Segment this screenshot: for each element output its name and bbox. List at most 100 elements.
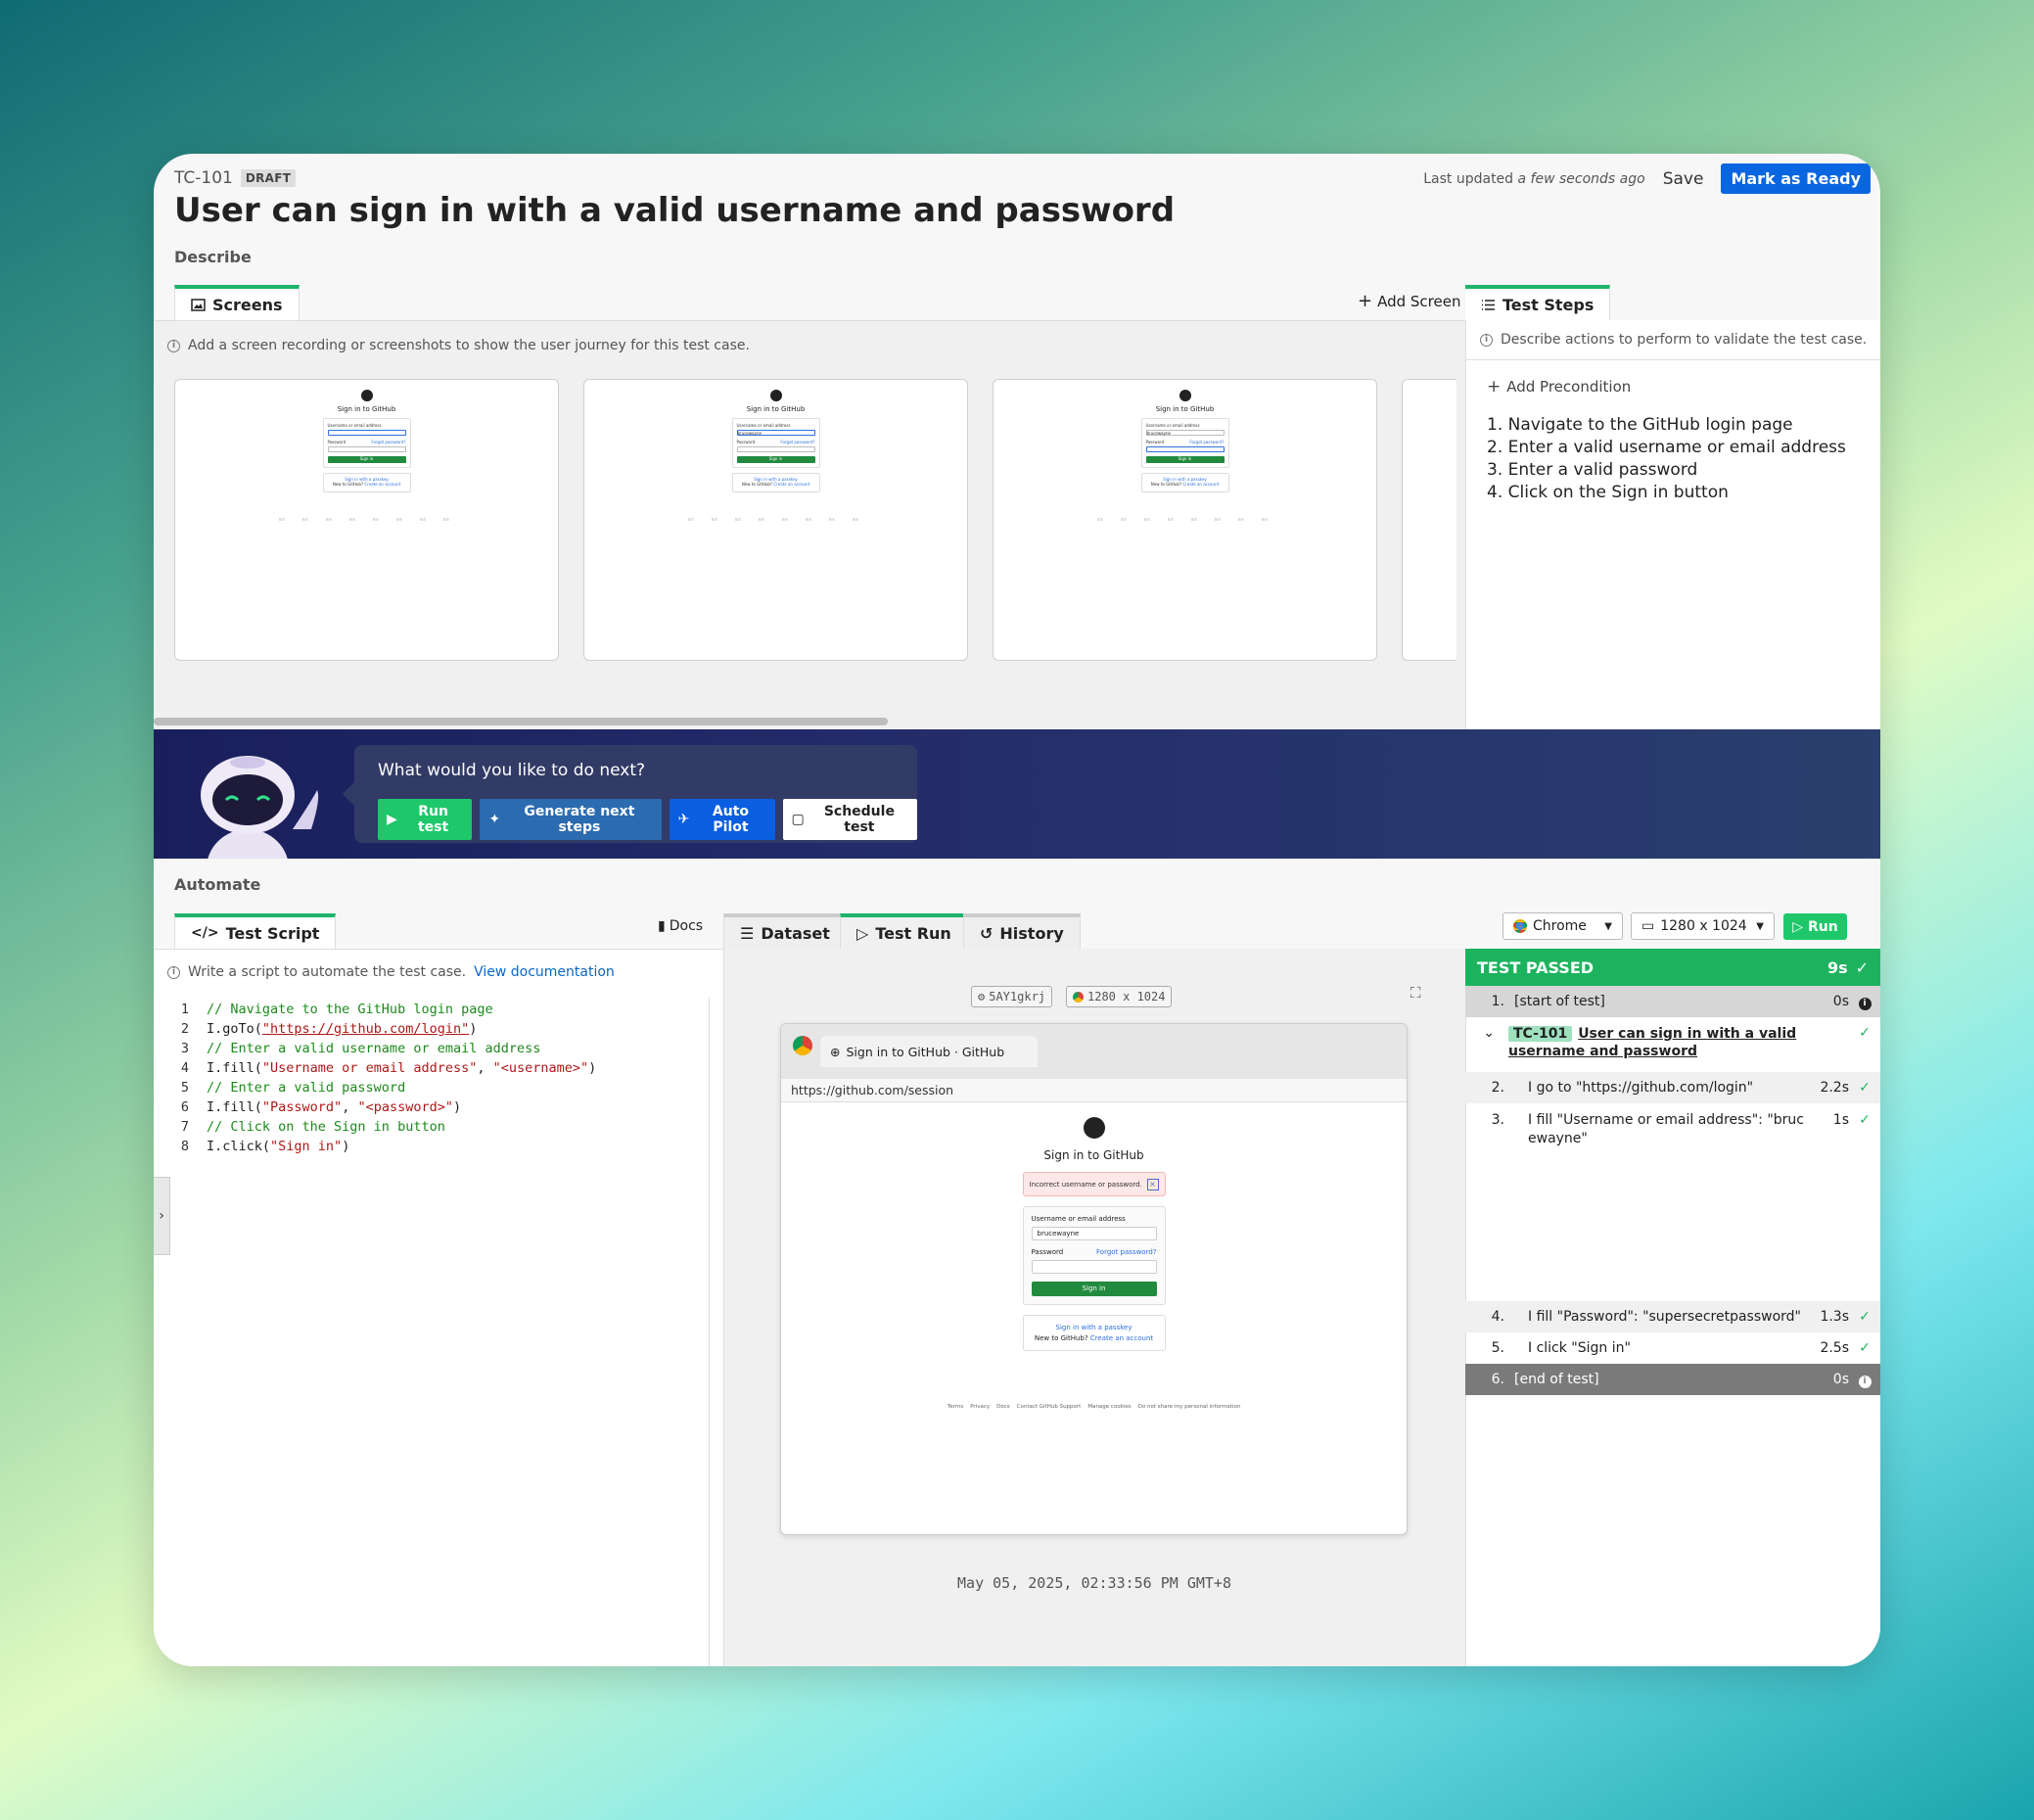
result-row-end[interactable]: 6. [end of test] 0s i xyxy=(1465,1364,1880,1395)
schedule-test-button[interactable]: ▢ Schedule test xyxy=(782,799,917,840)
gh-footer-link: Terms xyxy=(948,1404,964,1410)
docs-link[interactable]: ▮ Docs xyxy=(658,918,703,934)
result-row-start[interactable]: 1. [start of test] 0s i xyxy=(1465,986,1880,1017)
github-logo-icon xyxy=(360,390,373,401)
view-documentation-link[interactable]: View documentation xyxy=(474,964,615,980)
thumb-btn-label: Sign in xyxy=(1178,456,1192,461)
generate-next-steps-button[interactable]: ✦ Generate next steps xyxy=(480,799,662,840)
tab-screens[interactable]: Screens xyxy=(174,285,300,320)
horizontal-scrollbar[interactable] xyxy=(154,718,888,725)
code-token: I.fill( xyxy=(207,1060,262,1076)
browser-select[interactable]: Chrome ▼ xyxy=(1502,912,1623,940)
result-row[interactable]: 5. I click "Sign in" 2.5s ✓ xyxy=(1465,1332,1880,1364)
add-screen-button[interactable]: + Add Screen xyxy=(1358,291,1460,311)
sidebar-toggle-chevron-right-icon[interactable]: › xyxy=(154,1177,170,1255)
code-line[interactable]: 2 I.goTo("https://github.com/login") xyxy=(154,1019,723,1039)
code-line[interactable]: 5 // Enter a valid password xyxy=(154,1078,723,1097)
line-number: 1 xyxy=(180,1002,189,1017)
code-token: , xyxy=(477,1060,493,1076)
gh-new-text: New to GitHub? xyxy=(1034,1334,1088,1342)
code-line[interactable]: 6 I.fill("Password", "<password>") xyxy=(154,1097,723,1117)
thumb-forgot-link: Forgot password? xyxy=(780,440,815,444)
run-id-text: 5AY1gkrj xyxy=(989,990,1046,1003)
gh-footer-link: Privacy xyxy=(970,1404,991,1410)
code-line[interactable]: 7 // Click on the Sign in button xyxy=(154,1117,723,1137)
result-row[interactable]: 4. I fill "Password": "supersecretpasswo… xyxy=(1465,1301,1880,1332)
play-icon: ▶ xyxy=(387,812,397,827)
screen-thumbnail[interactable]: Sign in to GitHub Username or email addr… xyxy=(993,379,1377,661)
code-comment: // Navigate to the GitHub login page xyxy=(207,1002,493,1017)
gh-pass-input xyxy=(1031,1260,1157,1274)
row-description: I go to "https://github.com/login" xyxy=(1528,1080,1754,1096)
thumb-signin-button: Sign in xyxy=(1145,456,1225,463)
test-status-header: TEST PASSED 9s ✓ xyxy=(1465,949,1880,986)
browser-preview: ⊕ Sign in to GitHub · GitHub https://gith… xyxy=(780,1023,1408,1535)
code-text: I.fill("Password", "<password>") xyxy=(189,1097,461,1117)
save-button[interactable]: Save xyxy=(1663,169,1704,189)
plus-icon: + xyxy=(1487,377,1502,397)
thumb-pass-row: Password Forgot password? xyxy=(737,440,815,444)
app-window: TC-101 DRAFT User can sign in with a val… xyxy=(154,154,1880,1666)
screen-thumbnail[interactable]: Sign in to GitHub Username or email addr… xyxy=(174,379,559,661)
gh-footer: Terms Privacy Docs Contact GitHub Suppor… xyxy=(948,1404,1240,1410)
history-icon: ↺ xyxy=(980,923,994,943)
tab-dataset[interactable]: ☰ Dataset xyxy=(723,913,847,949)
run-resolution-text: 1280 x 1024 xyxy=(1087,990,1166,1003)
thumb-user-label: Username or email address xyxy=(327,423,382,428)
tab-test-steps-label: Test Steps xyxy=(1502,295,1595,314)
screens-info: i Add a screen recording or screenshots t… xyxy=(167,338,750,353)
list-item: 3. Enter a valid password xyxy=(1487,460,1698,480)
row-description: [start of test] xyxy=(1514,994,1605,1009)
expand-icon[interactable]: ⛶ xyxy=(1410,984,1421,1002)
code-line[interactable]: 8 I.click("Sign in") xyxy=(154,1137,723,1156)
test-duration: 9s xyxy=(1826,957,1848,977)
gh-footer-link: Do not share my personal information xyxy=(1137,1404,1241,1410)
thumb-pass-label: Password xyxy=(736,440,756,444)
last-updated-prefix: Last updated xyxy=(1423,170,1514,187)
page-title[interactable]: User can sign in with a valid username a… xyxy=(174,191,1175,230)
code-line[interactable]: 4 I.fill("Username or email address", "<u… xyxy=(154,1058,723,1078)
row-description: I fill "Username or email address": "bru… xyxy=(1528,1112,1804,1146)
add-precondition-button[interactable]: + Add Precondition xyxy=(1487,377,1631,397)
github-login-page: Sign in to GitHub Incorrect username or … xyxy=(1022,1117,1166,1351)
code-token: ) xyxy=(453,1099,462,1115)
run-button[interactable]: ▷ Run xyxy=(1783,913,1847,940)
code-text: I.click("Sign in") xyxy=(189,1137,349,1156)
tab-history[interactable]: ↺ History xyxy=(963,913,1081,949)
thumb-btn-label: Sign in xyxy=(359,456,374,461)
mark-as-ready-button[interactable]: Mark as Ready xyxy=(1721,163,1871,194)
gh-forgot-link: Forgot password? xyxy=(1096,1248,1157,1256)
code-string: "Username or email address" xyxy=(261,1060,478,1076)
thumb-new-row: New to GitHub? Create an account xyxy=(733,482,819,487)
thumb-user-input: brucewayne xyxy=(1145,430,1225,436)
chevron-down-icon[interactable]: ⌄ xyxy=(1465,1025,1495,1070)
code-line[interactable]: 1 // Navigate to the GitHub login page xyxy=(154,1000,723,1019)
tab-test-script[interactable]: </> Test Script xyxy=(174,913,337,949)
result-row-case[interactable]: ⌄ TC-101 User can sign in with a valid us… xyxy=(1465,1021,1880,1070)
tab-test-run-label: Test Run xyxy=(875,923,951,943)
thumb-passkey-box: Sign in with a passkey New to GitHub? Cr… xyxy=(731,473,820,492)
fingerprint-icon: ⚙ xyxy=(978,990,986,1003)
result-row[interactable]: 3. I fill "Username or email address": "… xyxy=(1465,1103,1880,1152)
code-token: , xyxy=(342,1099,358,1115)
thumb-pass-row: Password Forgot password? xyxy=(328,440,406,444)
run-test-button[interactable]: ▶ Run test xyxy=(378,799,473,840)
gh-title: Sign in to GitHub xyxy=(1043,1148,1144,1162)
last-updated-value: a few seconds ago xyxy=(1517,170,1645,187)
auto-pilot-button[interactable]: ✈ Auto Pilot xyxy=(669,799,775,840)
code-line[interactable]: 3 // Enter a valid username or email addr… xyxy=(154,1039,723,1058)
screen-thumbnail-partial[interactable] xyxy=(1402,379,1456,661)
resolution-select[interactable]: ▭ 1280 x 1024 ▼ xyxy=(1631,912,1775,940)
case-heading: TC-101 User can sign in with a valid user… xyxy=(1495,1025,1849,1070)
steps-divider xyxy=(1466,359,1880,360)
test-steps-list[interactable]: 1. Navigate to the GitHub login page 2. … xyxy=(1487,414,1846,504)
result-row[interactable]: 2. I go to "https://github.com/login" 2.… xyxy=(1465,1072,1880,1103)
tab-test-steps[interactable]: Test Steps xyxy=(1465,285,1611,320)
thumb-passkey-link: Sign in with a passkey xyxy=(754,477,798,482)
code-editor[interactable]: 1 // Navigate to the GitHub login page 2 I.… xyxy=(154,1000,723,1156)
row-number: 6. xyxy=(1491,1372,1504,1387)
assistant-question: What would you like to do next? xyxy=(378,761,646,780)
screen-thumbnail[interactable]: Sign in to GitHub Username or email addr… xyxy=(583,379,968,661)
tab-test-run[interactable]: ▷ Test Run xyxy=(840,913,968,949)
browser-tab-title: Sign in to GitHub · GitHub xyxy=(846,1044,1005,1059)
